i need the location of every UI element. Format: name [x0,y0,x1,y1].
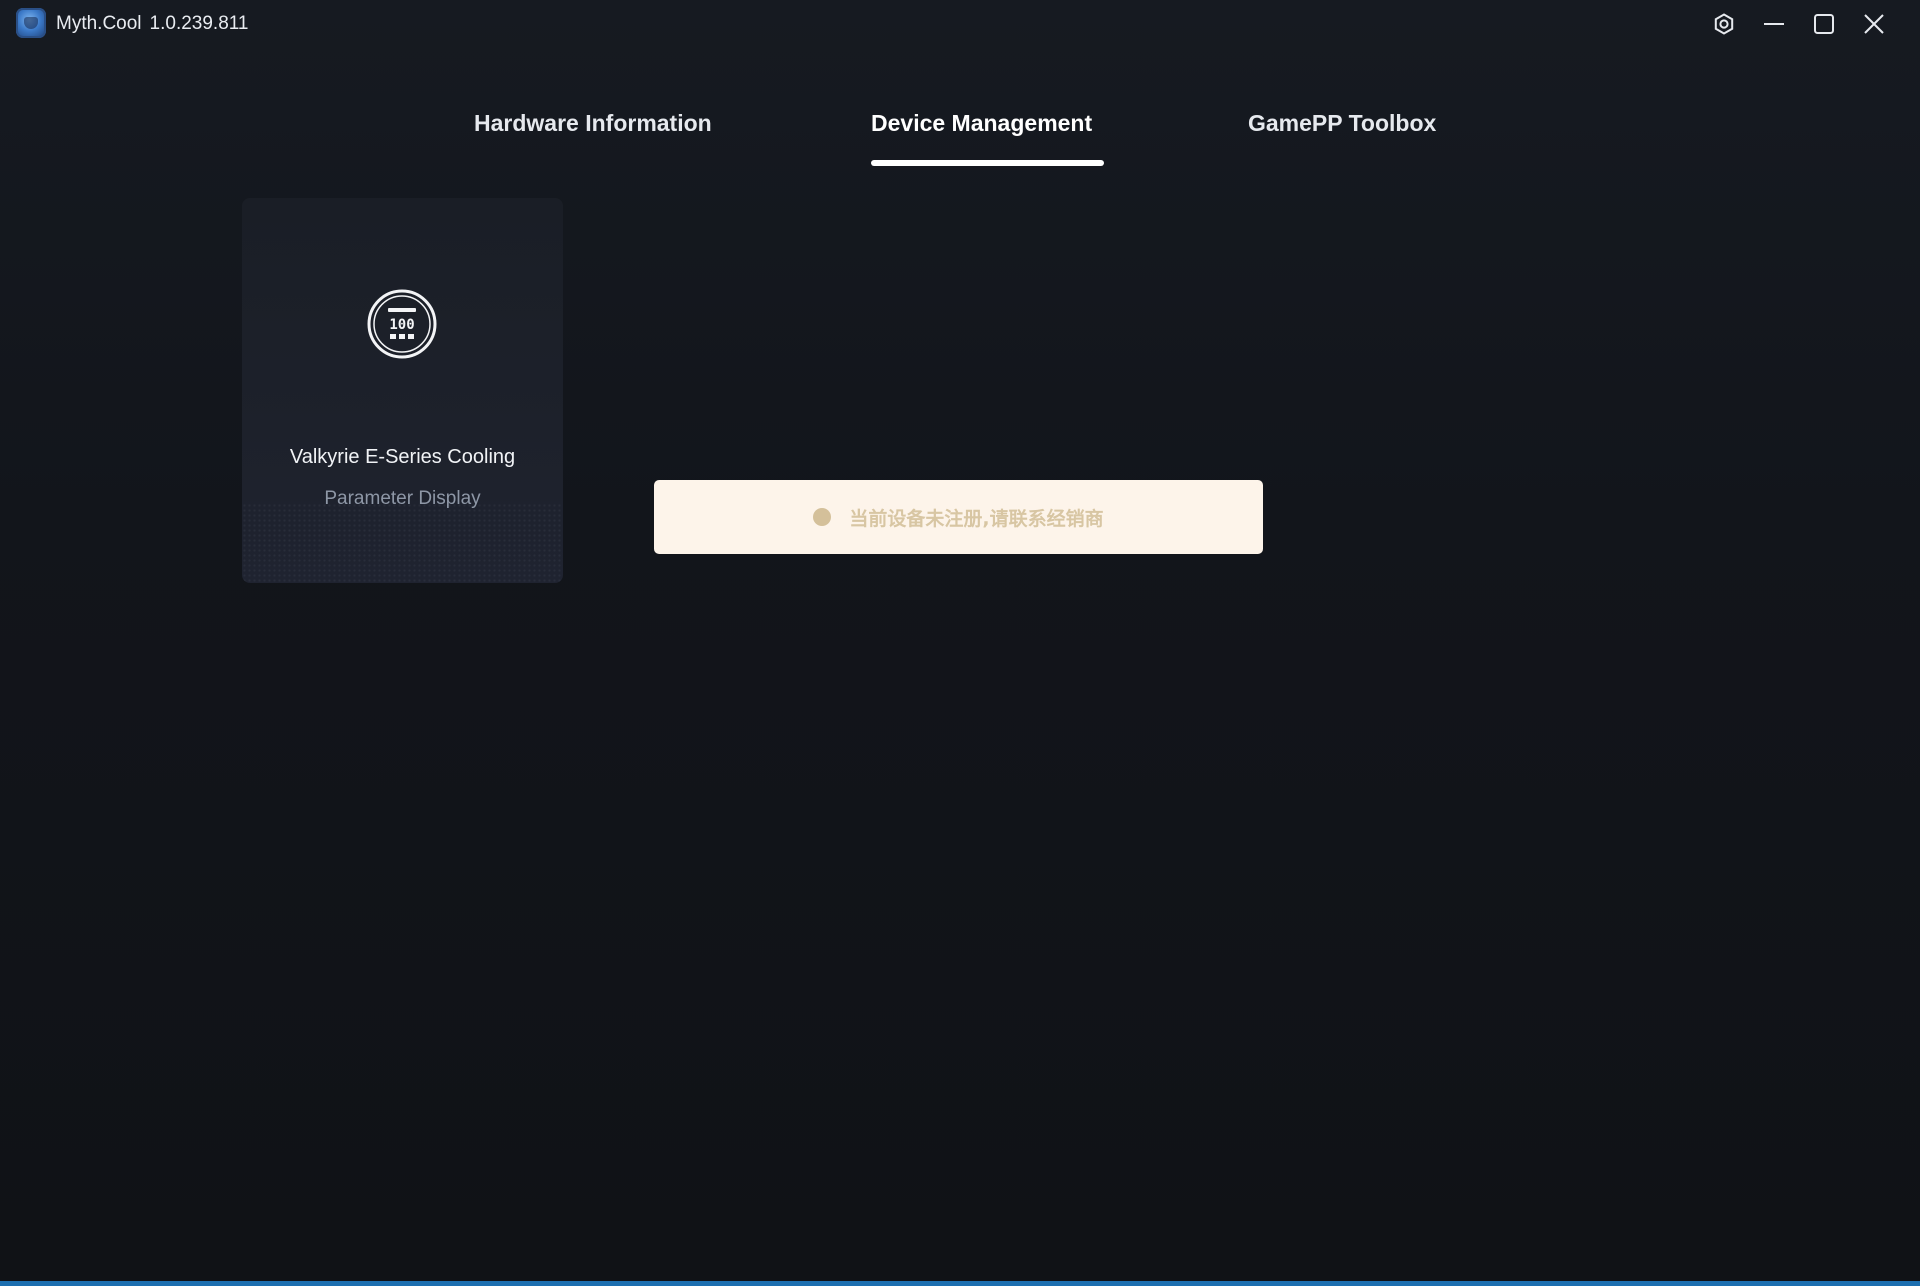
tab-hardware-information[interactable]: Hardware Information [474,110,712,137]
close-button[interactable] [1858,8,1890,40]
app-title: Myth.Cool 1.0.239.811 [56,13,249,35]
app-logo-icon [16,8,46,38]
close-icon [1864,14,1884,34]
main-tabs: Hardware Information Device Management G… [0,110,1920,170]
window-controls [1708,8,1890,40]
bottom-accent-bar [0,1281,1920,1286]
tab-device-management[interactable]: Device Management [871,110,1092,137]
active-tab-indicator [871,160,1104,166]
maximize-button[interactable] [1808,8,1840,40]
notice-dot-icon [813,508,832,526]
device-card[interactable]: 100 Valkyrie E-Series Cooling Parameter … [242,198,563,583]
app-version: 1.0.239.811 [149,13,249,34]
tab-gamepp-toolbox[interactable]: GamePP Toolbox [1248,110,1436,137]
app-window: Myth.Cool 1.0.239.811 Hardware Informati… [0,0,1920,1286]
display-value: 100 [389,317,414,333]
settings-button[interactable] [1708,8,1740,40]
device-name: Valkyrie E-Series Cooling [289,446,516,468]
maximize-icon [1814,14,1834,34]
minimize-icon [1764,23,1784,25]
unregistered-device-notice: 当前设备未注册,请联系经销商 [654,480,1263,554]
app-name: Myth.Cool [56,13,142,34]
notice-text: 当前设备未注册,请联系经销商 [849,507,1104,530]
title-bar[interactable]: Myth.Cool 1.0.239.811 [0,0,1920,50]
device-subtitle: Parameter Display [324,488,481,509]
minimize-button[interactable] [1758,8,1790,40]
settings-icon [1714,13,1734,35]
display-panel-icon: 100 [367,289,437,359]
